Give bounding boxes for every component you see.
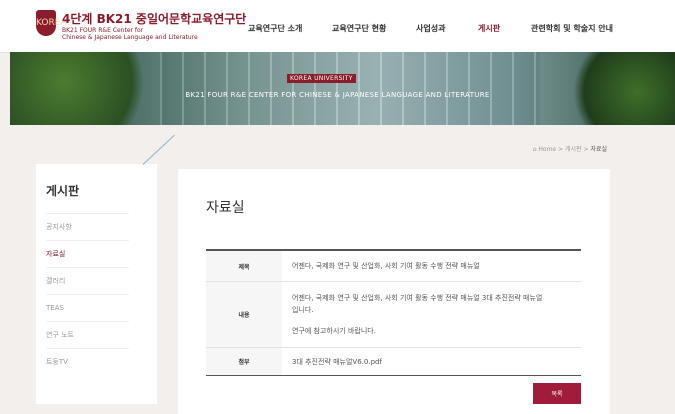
sidebar-item-archive[interactable]: 자료실 bbox=[46, 240, 129, 268]
content-text-line1: 어젠다, 국제화 연구 및 산업화, 사회 기여 활동 수행 전략 매뉴얼 3대… bbox=[292, 294, 543, 302]
sidebar: 게시판 공지사항 자료실 갤러리 TEAS 연구 노트 트둥TV bbox=[36, 164, 157, 404]
sidebar-item-gallery[interactable]: 갤러리 bbox=[46, 267, 129, 295]
nav-item-status[interactable]: 교육연구단 현황 bbox=[332, 23, 386, 34]
banner-badge: KOREA UNIVERSITY bbox=[287, 74, 356, 83]
site-title[interactable]: 4단계 BK21 중일어문학교육연구단 bbox=[62, 10, 246, 27]
sidebar-item-research-notes[interactable]: 연구 노트 bbox=[46, 321, 129, 349]
page-title: 자료실 bbox=[206, 200, 245, 216]
content-text-line2: 입니다. bbox=[292, 306, 314, 314]
post-detail-table: 제목 어젠다, 국제화 연구 및 산업화, 사회 기여 활동 수행 전략 매뉴얼… bbox=[206, 249, 581, 376]
content-text-line3: 연구에 참고하시기 바랍니다. bbox=[292, 327, 376, 335]
sidebar-item-tv[interactable]: 트둥TV bbox=[46, 348, 129, 376]
breadcrumb-current: 자료실 bbox=[590, 146, 607, 153]
attachment-label: 첨부 bbox=[206, 348, 282, 375]
site-header: KOREA 4단계 BK21 중일어문학교육연구단 BK21 FOUR R&E … bbox=[0, 0, 675, 53]
nav-item-about[interactable]: 교육연구단 소개 bbox=[248, 23, 302, 34]
main-content: 자료실 제목 어젠다, 국제화 연구 및 산업화, 사회 기여 활동 수행 전략… bbox=[178, 169, 610, 414]
decorative-line bbox=[142, 134, 175, 165]
sidebar-title: 게시판 bbox=[46, 184, 80, 198]
breadcrumb-separator: > bbox=[558, 146, 564, 153]
list-button[interactable]: 목록 bbox=[533, 383, 581, 404]
hero-banner bbox=[10, 52, 675, 125]
post-subject-row: 제목 어젠다, 국제화 연구 및 산업화, 사회 기여 활동 수행 전략 매뉴얼 bbox=[206, 251, 581, 282]
subject-label: 제목 bbox=[206, 251, 282, 281]
attachment-value: 3대 추진전략 매뉴얼V6.0.pdf bbox=[282, 348, 581, 375]
nav-item-societies[interactable]: 관련학회 및 학술지 안내 bbox=[531, 23, 613, 34]
banner-title: BK21 FOUR R&E CENTER FOR CHINESE & JAPAN… bbox=[185, 91, 490, 99]
banner-building-glass bbox=[160, 52, 540, 125]
content-value: 어젠다, 국제화 연구 및 산업화, 사회 기여 활동 수행 전략 매뉴얼 3대… bbox=[282, 282, 581, 347]
site-subtitle-line2: Chinese & Japanese Language and Literatu… bbox=[62, 34, 198, 41]
post-attachment-row: 첨부 3대 추진전략 매뉴얼V6.0.pdf bbox=[206, 348, 581, 375]
post-content-row: 내용 어젠다, 국제화 연구 및 산업화, 사회 기여 활동 수행 전략 매뉴얼… bbox=[206, 282, 581, 348]
breadcrumb-board[interactable]: 게시판 bbox=[565, 146, 582, 153]
nav-item-achievements[interactable]: 사업성과 bbox=[416, 23, 445, 34]
content-label: 내용 bbox=[206, 282, 282, 347]
breadcrumb: ⌂ Home > 게시판 > 자료실 bbox=[533, 144, 607, 153]
attachment-link[interactable]: 3대 추진전략 매뉴얼V6.0.pdf bbox=[292, 356, 571, 368]
nav-item-board[interactable]: 게시판 bbox=[478, 23, 500, 34]
site-subtitle-line1: BK21 FOUR R&E Center for bbox=[62, 27, 144, 34]
sidebar-item-notices[interactable]: 공지사항 bbox=[46, 213, 129, 241]
banner-foliage-right bbox=[565, 52, 675, 125]
banner-foliage-left bbox=[10, 52, 160, 125]
subject-value: 어젠다, 국제화 연구 및 산업화, 사회 기여 활동 수행 전략 매뉴얼 bbox=[282, 251, 581, 281]
university-crest-icon[interactable]: KOREA bbox=[36, 10, 67, 36]
site-brand[interactable]: 4단계 BK21 중일어문학교육연구단 BK21 FOUR R&E Center… bbox=[62, 10, 246, 41]
breadcrumb-home[interactable]: ⌂ Home bbox=[533, 146, 556, 153]
subject-text: 어젠다, 국제화 연구 및 산업화, 사회 기여 활동 수행 전략 매뉴얼 bbox=[292, 262, 480, 270]
breadcrumb-separator: > bbox=[583, 146, 589, 153]
sidebar-item-teas[interactable]: TEAS bbox=[46, 294, 129, 322]
